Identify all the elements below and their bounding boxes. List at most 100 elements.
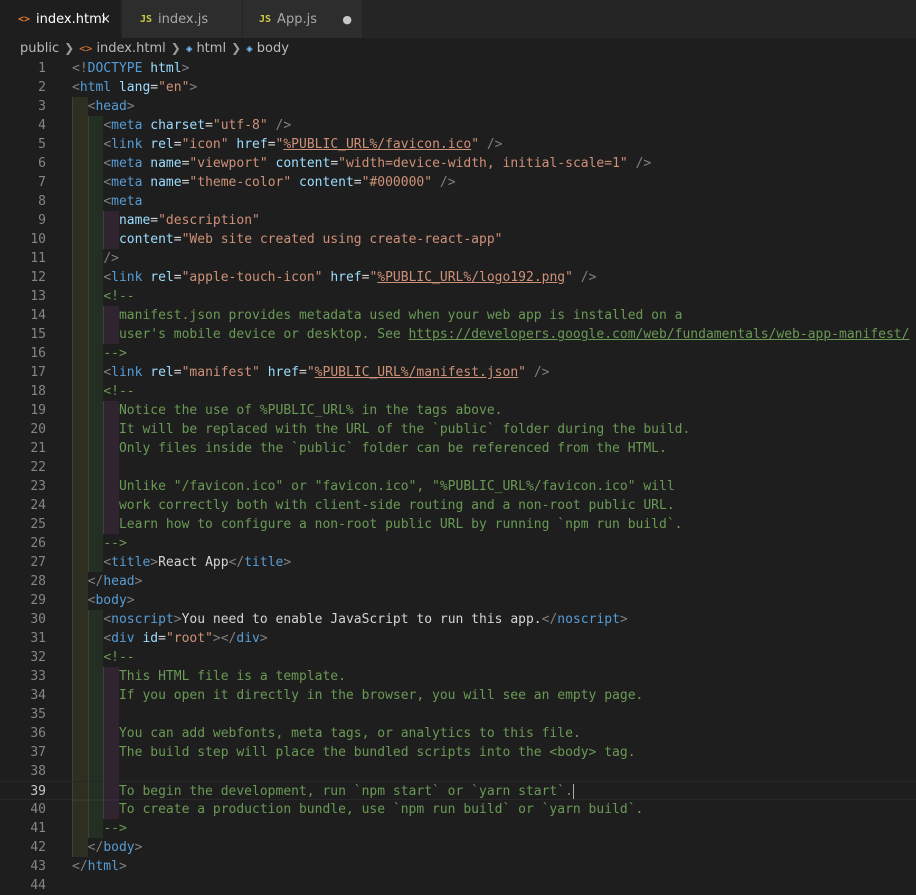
unsaved-dot-icon[interactable]: ● bbox=[342, 13, 352, 26]
code-token: = bbox=[150, 213, 159, 228]
line-number: 16 bbox=[30, 346, 46, 361]
code-token: Learn how to configure a non-root public… bbox=[72, 517, 683, 532]
line-number: 42 bbox=[30, 840, 46, 855]
chevron-right-icon: ❯ bbox=[170, 41, 181, 55]
code-line[interactable]: 29 <body> bbox=[0, 591, 916, 610]
code-line[interactable]: 13 <!-- bbox=[0, 287, 916, 306]
code-token: meta bbox=[111, 156, 143, 171]
code-line[interactable]: 19 Notice the use of %PUBLIC_URL% in the… bbox=[0, 401, 916, 420]
line-number: 2 bbox=[38, 80, 46, 95]
code-text: </head> bbox=[72, 572, 143, 591]
code-line[interactable]: 31 <div id="root"></div> bbox=[0, 629, 916, 648]
code-line[interactable]: 8 <meta bbox=[0, 192, 916, 211]
code-line[interactable]: 16 --> bbox=[0, 344, 916, 363]
line-number: 6 bbox=[38, 156, 46, 171]
code-line[interactable]: 43 </html> bbox=[0, 857, 916, 876]
code-token: To create a production bundle, use `npm … bbox=[72, 802, 644, 817]
code-token: html bbox=[150, 61, 182, 76]
code-line[interactable]: 9 name="description" bbox=[0, 211, 916, 230]
code-line[interactable]: 24 work correctly both with client-side … bbox=[0, 496, 916, 515]
code-text: Unlike "/favicon.ico" or "favicon.ico", … bbox=[72, 477, 675, 496]
indent-guide-line bbox=[87, 705, 89, 724]
code-text: If you open it directly in the browser, … bbox=[72, 686, 643, 705]
code-token: = bbox=[205, 118, 213, 133]
code-line[interactable]: 14 manifest.json provides metadata used … bbox=[0, 306, 916, 325]
code-line[interactable]: 27 <title>React App</title> bbox=[0, 553, 916, 572]
code-text: <head> bbox=[72, 97, 135, 116]
code-text: --> bbox=[72, 819, 126, 838]
code-token: = bbox=[173, 365, 182, 380]
code-token: link bbox=[111, 270, 143, 285]
code-editor[interactable]: 1 <!DOCTYPE html> 2 <html lang="en"> 3 <head… bbox=[0, 59, 916, 893]
indent-guide bbox=[103, 705, 119, 724]
code-line[interactable]: 26 --> bbox=[0, 534, 916, 553]
code-token: = bbox=[353, 175, 362, 190]
code-token: </ bbox=[87, 574, 104, 589]
code-token: work correctly both with client-side rou… bbox=[72, 498, 675, 513]
code-token: body bbox=[103, 840, 135, 855]
code-token: "en" bbox=[158, 80, 190, 95]
tab-index-html[interactable]: <> index.html × bbox=[0, 0, 122, 38]
code-line[interactable]: 30 <noscript>You need to enable JavaScri… bbox=[0, 610, 916, 629]
line-number: 43 bbox=[30, 859, 46, 874]
code-line[interactable]: 22 bbox=[0, 458, 916, 477]
code-line[interactable]: 44 bbox=[0, 876, 916, 895]
code-line[interactable]: 42 </body> bbox=[0, 838, 916, 857]
code-token: = bbox=[173, 270, 182, 285]
code-line[interactable]: 28 </head> bbox=[0, 572, 916, 591]
code-token: html bbox=[87, 859, 119, 874]
code-line[interactable]: 34 If you open it directly in the browse… bbox=[0, 686, 916, 705]
code-line[interactable]: 1 <!DOCTYPE html> bbox=[0, 59, 916, 78]
code-line[interactable]: 23 Unlike "/favicon.ico" or "favicon.ico… bbox=[0, 477, 916, 496]
code-line[interactable]: 15 user's mobile device or desktop. See … bbox=[0, 325, 916, 344]
code-line[interactable]: 10 content="Web site created using creat… bbox=[0, 230, 916, 249]
code-line[interactable]: 20 It will be replaced with the URL of t… bbox=[0, 420, 916, 439]
breadcrumb-file[interactable]: index.html bbox=[96, 41, 165, 56]
code-token: > bbox=[181, 61, 190, 76]
code-line[interactable]: 3 <head> bbox=[0, 97, 916, 116]
code-line[interactable]: 11 /> bbox=[0, 249, 916, 268]
line-number: 17 bbox=[30, 365, 46, 380]
code-line[interactable]: 38 bbox=[0, 762, 916, 781]
code-token: "manifest" bbox=[181, 365, 260, 380]
code-line[interactable]: 7 <meta name="theme-color" content="#000… bbox=[0, 173, 916, 192]
code-line[interactable]: 6 <meta name="viewport" content="width=d… bbox=[0, 154, 916, 173]
code-line[interactable]: 32 <!-- bbox=[0, 648, 916, 667]
code-line[interactable]: 40 To create a production bundle, use `n… bbox=[0, 800, 916, 819]
line-number: 23 bbox=[30, 479, 46, 494]
code-token: > bbox=[134, 574, 143, 589]
code-line[interactable]: 33 This HTML file is a template. bbox=[0, 667, 916, 686]
code-token: /> bbox=[439, 175, 456, 190]
code-line[interactable]: 37 The build step will place the bundled… bbox=[0, 743, 916, 762]
line-number: 32 bbox=[30, 650, 46, 665]
code-line[interactable]: 12 <link rel="apple-touch-icon" href="%P… bbox=[0, 268, 916, 287]
tab-index-js[interactable]: JS index.js bbox=[122, 0, 243, 38]
close-icon[interactable]: × bbox=[100, 12, 111, 27]
code-token: This HTML file is a template. bbox=[72, 669, 346, 684]
line-number: 33 bbox=[30, 669, 46, 684]
code-line[interactable]: 2 <html lang="en"> bbox=[0, 78, 916, 97]
code-line[interactable]: 5 <link rel="icon" href="%PUBLIC_URL%/fa… bbox=[0, 135, 916, 154]
breadcrumb-folder[interactable]: public bbox=[20, 41, 59, 56]
code-line[interactable]: 4 <meta charset="utf-8" /> bbox=[0, 116, 916, 135]
breadcrumb-html[interactable]: html bbox=[196, 41, 226, 56]
code-line[interactable]: 39 To begin the development, run `npm st… bbox=[0, 781, 916, 801]
code-line[interactable]: 21 Only files inside the `public` folder… bbox=[0, 439, 916, 458]
code-line[interactable]: 17 <link rel="manifest" href="%PUBLIC_UR… bbox=[0, 363, 916, 382]
breadcrumb-body[interactable]: body bbox=[257, 41, 289, 56]
code-text: name="description" bbox=[72, 211, 260, 230]
code-line[interactable]: 36 You can add webfonts, meta tags, or a… bbox=[0, 724, 916, 743]
code-line[interactable]: 25 Learn how to configure a non-root pub… bbox=[0, 515, 916, 534]
code-text: <link rel="manifest" href="%PUBLIC_URL%/… bbox=[72, 363, 549, 382]
code-line[interactable]: 18 <!-- bbox=[0, 382, 916, 401]
code-line[interactable]: 35 bbox=[0, 705, 916, 724]
tab-app-js[interactable]: JS App.js ● bbox=[243, 0, 363, 38]
code-line[interactable]: 41 --> bbox=[0, 819, 916, 838]
tab-label: App.js bbox=[277, 11, 317, 27]
